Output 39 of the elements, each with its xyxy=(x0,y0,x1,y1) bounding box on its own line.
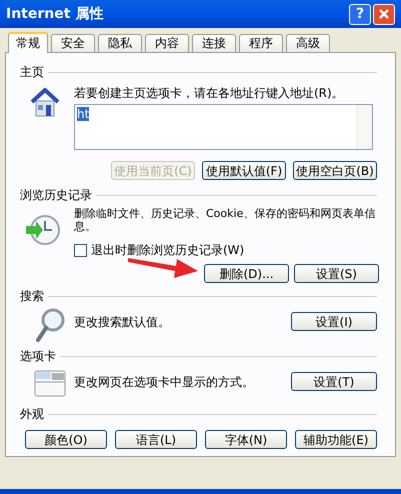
arrow-icon xyxy=(128,256,198,278)
search-icon xyxy=(34,307,66,343)
close-button[interactable] xyxy=(373,4,395,24)
tab[interactable]: 内容 xyxy=(145,34,189,52)
section-title: 选项卡 xyxy=(20,349,56,364)
tab[interactable]: 程序 xyxy=(239,34,283,52)
tab[interactable]: 高级 xyxy=(286,34,330,52)
help-button[interactable]: ? xyxy=(349,4,371,24)
description-text: 删除临时文件、历史记录、Cookie、保存的密码和网页表单信息。 xyxy=(74,207,376,233)
description-text: 更改网页在选项卡中显示的方式。 xyxy=(74,375,255,390)
description-text: 更改搜索默认值。 xyxy=(74,315,171,330)
button[interactable]: 颜色(O) xyxy=(25,430,107,449)
tab[interactable]: 常规 xyxy=(8,32,48,53)
section-title: 外观 xyxy=(20,407,44,422)
field-value: ht xyxy=(77,107,90,121)
section-title: 浏览历史记录 xyxy=(20,188,92,203)
button[interactable]: 字体(N) xyxy=(205,430,287,449)
button[interactable]: 语言(L) xyxy=(115,430,197,449)
button[interactable]: 设置(I) xyxy=(291,312,377,331)
button[interactable]: 删除(D)... xyxy=(204,264,289,283)
button[interactable]: 辅助功能(E) xyxy=(295,430,377,449)
address-field[interactable]: ht xyxy=(74,104,373,150)
section-title: 搜索 xyxy=(20,289,44,304)
tab[interactable]: 连接 xyxy=(192,34,236,52)
clock-icon xyxy=(24,213,60,247)
scroll-bar[interactable] xyxy=(356,105,372,149)
checkbox-label[interactable]: 退出时删除浏览历史记录(W) xyxy=(91,243,244,258)
button[interactable]: 设置(S) xyxy=(294,264,379,283)
close-icon xyxy=(378,8,390,20)
tab[interactable]: 安全 xyxy=(51,34,95,52)
tab[interactable]: 隐私 xyxy=(98,34,142,52)
section-title: 主页 xyxy=(20,65,44,80)
button[interactable]: 设置(T) xyxy=(291,372,377,391)
house-icon xyxy=(28,86,62,118)
window-title: Internet 属性 xyxy=(6,6,104,22)
button[interactable]: 使用空白页(B) xyxy=(293,161,377,180)
description-text: 若要创建主页选项卡，请在各地址行键入地址(R)。 xyxy=(74,86,345,101)
checkbox[interactable] xyxy=(74,244,87,257)
button[interactable]: 使用默认值(F) xyxy=(202,161,286,180)
